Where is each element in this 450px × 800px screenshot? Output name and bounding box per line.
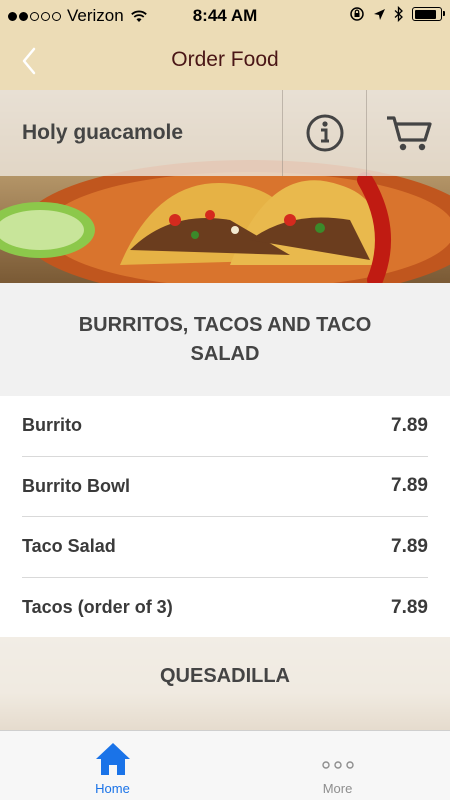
rotation-lock-icon	[350, 7, 364, 21]
restaurant-header: Holy guacamole	[0, 90, 450, 176]
more-icon	[321, 761, 354, 769]
menu-item-burrito-bowl[interactable]: Burrito Bowl 7.89	[22, 457, 428, 517]
bluetooth-icon	[394, 6, 403, 22]
cart-button[interactable]	[366, 90, 450, 176]
menu-list: Burrito 7.89 Burrito Bowl 7.89 Taco Sala…	[0, 396, 450, 638]
nav-bar: Order Food	[0, 32, 450, 90]
section-header-burritos: BURRITOS, TACOS AND TACO SALAD	[0, 283, 450, 396]
menu-item-burrito[interactable]: Burrito 7.89	[22, 396, 428, 457]
tab-bar: Home More	[0, 730, 450, 800]
restaurant-name: Holy guacamole	[22, 121, 184, 144]
home-icon	[95, 743, 130, 775]
item-price: 7.89	[391, 414, 428, 436]
location-icon	[374, 8, 385, 20]
tab-more[interactable]: More	[225, 731, 450, 800]
menu-item-taco-salad[interactable]: Taco Salad 7.89	[22, 517, 428, 578]
info-icon	[306, 114, 343, 152]
section-title: QUESADILLA	[160, 665, 290, 687]
battery-level	[414, 9, 436, 19]
menu-item-tacos[interactable]: Tacos (order of 3) 7.89	[22, 578, 428, 639]
section-header-quesadilla[interactable]: QUESADILLA	[0, 637, 450, 730]
item-name: Taco Salad	[22, 536, 116, 557]
item-name: Burrito	[22, 415, 82, 436]
restaurant-hero: Holy guacamole	[0, 90, 450, 283]
item-price: 7.89	[391, 535, 428, 557]
page-title: Order Food	[171, 48, 279, 71]
item-price: 7.89	[391, 475, 428, 497]
info-button[interactable]	[282, 90, 366, 176]
tab-label: Home	[95, 781, 130, 796]
tab-label: More	[322, 781, 353, 796]
status-right	[349, 6, 445, 22]
status-bar: Verizon 8:44 AM	[0, 0, 450, 32]
item-price: 7.89	[391, 596, 428, 618]
tab-home[interactable]: Home	[0, 731, 225, 800]
item-name: Tacos (order of 3)	[22, 597, 173, 618]
item-name: Burrito Bowl	[22, 475, 130, 496]
cart-icon	[386, 116, 432, 151]
battery-icon	[412, 7, 445, 21]
